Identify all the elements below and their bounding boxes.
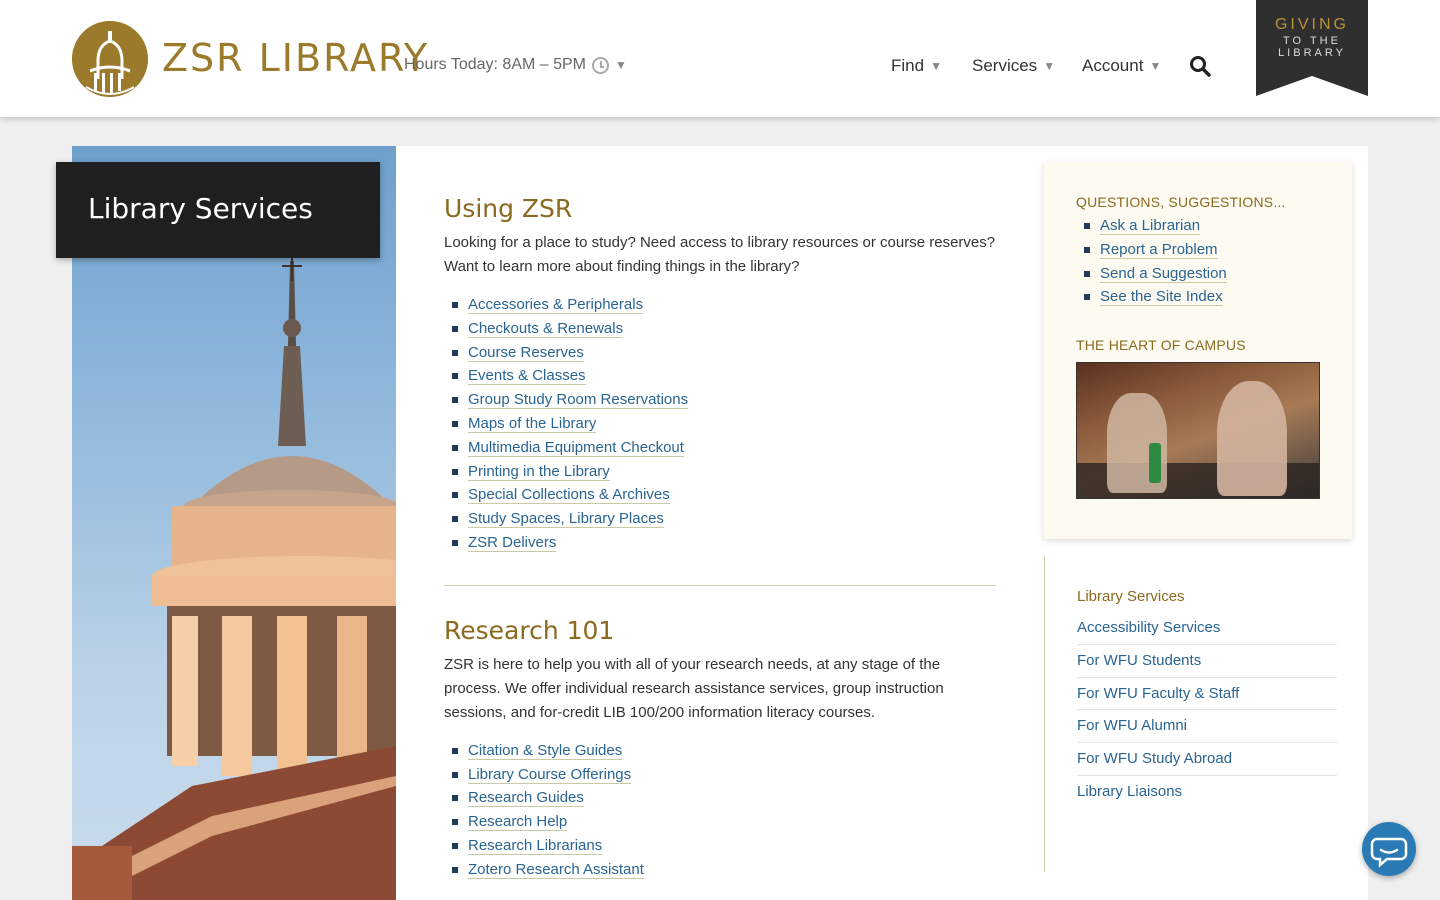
chat-icon[interactable] <box>1362 822 1416 876</box>
nav-find-label: Find <box>891 56 925 75</box>
list-item: Send a Suggestion <box>1076 262 1227 286</box>
link-multimedia[interactable]: Multimedia Equipment Checkout <box>468 438 684 457</box>
list-item: See the Site Index <box>1076 285 1227 309</box>
link-events[interactable]: Events & Classes <box>468 367 586 386</box>
link-ask-librarian[interactable]: Ask a Librarian <box>1100 217 1201 235</box>
list-item: Zotero Research Assistant <box>444 858 996 882</box>
link-research-guides[interactable]: Research Guides <box>468 789 584 808</box>
subnav-item: For WFU Alumni <box>1077 710 1337 744</box>
subnav-students[interactable]: For WFU Students <box>1077 652 1201 669</box>
subnav-alumni[interactable]: For WFU Alumni <box>1077 717 1187 734</box>
link-maps[interactable]: Maps of the Library <box>468 414 597 433</box>
list-item: Printing in the Library <box>444 460 996 484</box>
subnav-item: For WFU Study Abroad <box>1077 743 1337 776</box>
subnav-item: Accessibility Services <box>1077 612 1337 645</box>
link-send-suggestion[interactable]: Send a Suggestion <box>1100 264 1227 283</box>
link-group-study[interactable]: Group Study Room Reservations <box>468 391 689 410</box>
list-item: Ask a Librarian <box>1076 214 1227 238</box>
heart-heading: THE HEART OF CAMPUS <box>1076 337 1246 353</box>
list-item: Checkouts & Renewals <box>444 317 996 341</box>
section-divider <box>444 584 996 586</box>
link-printing[interactable]: Printing in the Library <box>468 462 610 481</box>
site-title[interactable]: ZSR LIBRARY <box>162 36 429 80</box>
chevron-down-icon: ▼ <box>1043 59 1056 73</box>
list-item: Multimedia Equipment Checkout <box>444 436 996 460</box>
link-accessories[interactable]: Accessories & Peripherals <box>468 296 644 314</box>
subnav-faculty[interactable]: For WFU Faculty & Staff <box>1077 685 1239 702</box>
subnav-study-abroad[interactable]: For WFU Study Abroad <box>1077 750 1232 767</box>
list-item: Maps of the Library <box>444 412 996 436</box>
link-course-reserves[interactable]: Course Reserves <box>468 343 584 362</box>
nav-account[interactable]: Account ▼ <box>1082 56 1161 76</box>
link-special-collections[interactable]: Special Collections & Archives <box>468 486 670 505</box>
giving-line2: TO THE <box>1283 35 1341 47</box>
list-item: Group Study Room Reservations <box>444 388 996 412</box>
questions-links: Ask a Librarian Report a Problem Send a … <box>1076 214 1227 309</box>
site-header: ZSR LIBRARY Hours Today: 8AM – 5PM ▼ Fin… <box>0 0 1440 117</box>
subnav-liaisons[interactable]: Library Liaisons <box>1077 783 1182 800</box>
section-heading-using-zsr: Using ZSR <box>444 194 573 223</box>
page-title: Library Services <box>88 192 313 225</box>
questions-heading: QUESTIONS, SUGGESTIONS... <box>1076 194 1286 210</box>
list-item: Research Guides <box>444 786 996 810</box>
using-zsr-links: Accessories & Peripherals Checkouts & Re… <box>444 293 996 555</box>
list-item: Research Help <box>444 810 996 834</box>
link-research-librarians[interactable]: Research Librarians <box>468 836 603 855</box>
hero-image <box>72 146 396 900</box>
giving-line3: LIBRARY <box>1278 47 1346 59</box>
link-course-offerings[interactable]: Library Course Offerings <box>468 765 632 784</box>
nav-account-label: Account <box>1082 56 1144 75</box>
chevron-down-icon: ▼ <box>1149 59 1162 73</box>
link-checkouts[interactable]: Checkouts & Renewals <box>468 319 624 338</box>
subnav-item: Library Liaisons <box>1077 776 1337 809</box>
list-item: Study Spaces, Library Places <box>444 507 996 531</box>
giving-button[interactable]: GIVING TO THE LIBRARY <box>1256 0 1368 96</box>
search-icon[interactable] <box>1189 55 1211 77</box>
list-item: Citation & Style Guides <box>444 739 996 763</box>
list-item: Report a Problem <box>1076 238 1227 262</box>
subnav-heading: Library Services <box>1077 588 1185 605</box>
subnav-accessibility[interactable]: Accessibility Services <box>1077 619 1220 636</box>
subnav-item: For WFU Students <box>1077 645 1337 678</box>
link-zotero[interactable]: Zotero Research Assistant <box>468 860 644 879</box>
main-content: Using ZSR Looking for a place to study? … <box>444 146 996 882</box>
nav-services[interactable]: Services ▼ <box>972 56 1055 76</box>
list-item: Library Course Offerings <box>444 763 996 787</box>
subnav-item: For WFU Faculty & Staff <box>1077 678 1337 711</box>
list-item: Research Librarians <box>444 834 996 858</box>
questions-box: QUESTIONS, SUGGESTIONS... Ask a Libraria… <box>1044 162 1352 539</box>
nav-services-label: Services <box>972 56 1038 75</box>
clock-icon <box>592 56 610 74</box>
link-study-spaces[interactable]: Study Spaces, Library Places <box>468 510 664 529</box>
link-site-index[interactable]: See the Site Index <box>1100 288 1223 307</box>
chevron-down-icon: ▼ <box>930 59 942 73</box>
campus-video[interactable] <box>1076 362 1320 499</box>
section-intro-research-101: ZSR is here to help you with all of your… <box>444 655 944 721</box>
logo-icon[interactable] <box>72 21 148 97</box>
link-research-help[interactable]: Research Help <box>468 813 568 832</box>
subnav-list: Accessibility Services For WFU Students … <box>1077 612 1337 809</box>
link-report-problem[interactable]: Report a Problem <box>1100 240 1218 259</box>
giving-line1: GIVING <box>1274 16 1349 33</box>
hours-dropdown[interactable]: Hours Today: 8AM – 5PM ▼ <box>404 56 627 74</box>
list-item: Accessories & Peripherals <box>444 293 996 317</box>
link-zsr-delivers[interactable]: ZSR Delivers <box>468 533 557 552</box>
page-title-box: Library Services <box>56 162 380 258</box>
chevron-down-icon: ▼ <box>615 58 627 72</box>
list-item: ZSR Delivers <box>444 531 996 555</box>
list-item: Course Reserves <box>444 341 996 365</box>
link-citation[interactable]: Citation & Style Guides <box>468 741 623 760</box>
main-container: Using ZSR Looking for a place to study? … <box>72 146 1368 900</box>
section-heading-research-101: Research 101 <box>444 615 615 645</box>
hours-text: Hours Today: 8AM – 5PM <box>404 56 587 73</box>
section-subnav: Library Services Accessibility Services … <box>1044 556 1337 872</box>
list-item: Events & Classes <box>444 364 996 388</box>
research-links: Citation & Style Guides Library Course O… <box>444 739 996 882</box>
section-intro-using-zsr: Looking for a place to study? Need acces… <box>444 234 996 275</box>
list-item: Special Collections & Archives <box>444 483 996 507</box>
nav-find[interactable]: Find ▼ <box>891 56 942 76</box>
